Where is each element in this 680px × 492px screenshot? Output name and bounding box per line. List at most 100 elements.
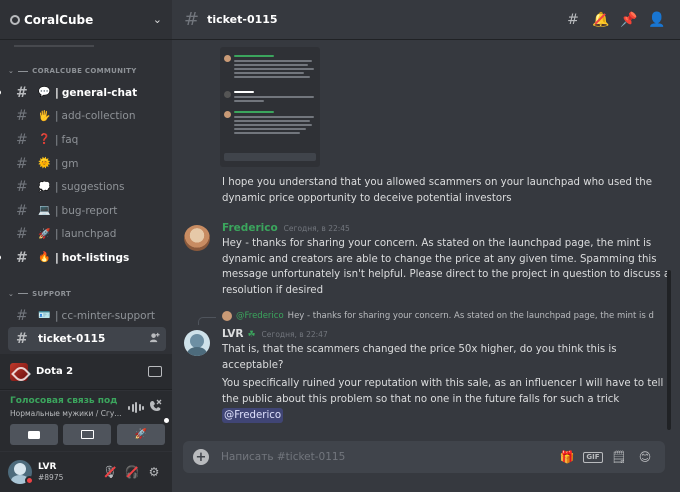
hash-icon: # [16,131,28,148]
voice-connection-panel: Голосовая связь под Нормальные мужики / … [0,391,172,451]
category-support[interactable]: ⌄ SUPPORT [0,284,172,304]
microphone-muted-icon[interactable]: 🎙 [100,462,120,482]
avatar [222,311,232,321]
unread-indicator [0,90,1,95]
add-member-icon[interactable] [149,332,160,343]
hash-icon: # [16,307,28,324]
reply-spine [198,317,216,325]
message-input[interactable] [221,451,551,463]
game-activity-panel[interactable]: Dota 2 [0,354,172,390]
disconnect-icon[interactable] [148,399,162,413]
id-card-icon: 🪪 [38,310,51,322]
chevron-down-icon[interactable]: ⌄ [153,13,162,26]
user-info[interactable]: LVR #8975 [38,462,98,483]
user-mention[interactable]: @Frederico [222,408,284,423]
settings-gear-icon[interactable]: ⚙ [144,462,164,482]
channel-name: ticket-0115 [38,333,106,346]
hash-icon: # [16,155,28,172]
channel-sidebar: CoralCube ⌄ ⌄ CORALCUBE COMMUNITY # 💬 | … [0,0,172,492]
screen-share-button[interactable] [63,424,111,445]
emoji-icon[interactable]: 😊 [635,447,655,467]
channel-ticket-0115[interactable]: # ticket-0115 [8,327,166,351]
dota-2-icon [10,362,28,381]
scrolled-channel-fragment [14,41,94,47]
channel-faq[interactable]: # ❓ | faq [8,128,166,152]
channel-name: launchpad [61,228,117,241]
channel-list[interactable]: ⌄ CORALCUBE COMMUNITY # 💬 | general-chat… [0,41,172,352]
scrollbar-thumb[interactable] [667,270,671,430]
server-header[interactable]: CoralCube ⌄ [0,0,172,40]
channel-bug-report[interactable]: # 💻 | bug-report [8,199,166,223]
members-icon[interactable]: 👤 [646,9,668,31]
avatar[interactable] [184,225,210,251]
category-coralcube-community[interactable]: ⌄ CORALCUBE COMMUNITY [0,61,172,81]
hash-icon: # [16,84,28,101]
attach-plus-icon[interactable]: + [193,449,209,465]
activity-button[interactable]: 🚀 [117,418,169,445]
channel-name: gm [61,157,79,170]
reply-author[interactable]: @Frederico [236,311,284,321]
raised-hand-icon: 🖐 [38,110,51,122]
category-rule [18,293,29,295]
channel-launchpad[interactable]: # 🚀 | launchpad [8,223,166,247]
question-icon: ❓ [38,134,51,146]
channel-title: ticket-0115 [207,13,278,26]
message-content: You specifically ruined your reputation … [222,378,664,405]
category-label: CORALCUBE COMMUNITY [32,67,137,75]
voice-signal-icon[interactable] [128,402,144,413]
category-label: SUPPORT [32,289,72,298]
channel-header: # ticket-0115 # 🔔 📌 👤 [172,0,680,40]
channel-name: bug-report [61,204,118,217]
hash-icon: # [16,108,28,125]
channel-hot-listings[interactable]: # 🔥 | hot-listings [0,246,166,270]
user-discriminator: #8975 [38,472,64,482]
gif-button[interactable]: GIF [583,447,603,467]
laptop-icon: 💻 [38,205,51,217]
voice-status[interactable]: Голосовая связь под [10,396,117,406]
channel-add-collection[interactable]: # 🖐 | add-collection [8,105,166,129]
camera-icon [28,430,40,439]
speech-balloon-icon: 💬 [38,87,51,99]
message-composer: + 🎁 GIF 🗒 😊 [183,441,665,473]
timestamp: Сегодня, в 22:45 [283,224,350,233]
threads-icon[interactable]: # [562,9,584,31]
channel-cc-minter-support[interactable]: # 🪪 | cc-minter-support [8,304,166,328]
server-gear-icon [10,14,20,25]
message-list[interactable]: I hope you understand that you allowed s… [172,41,680,439]
server-name: CoralCube [24,12,94,27]
message-content: That is, that the scammers changed the p… [222,344,617,371]
author-name[interactable]: Frederico [222,222,278,234]
attached-screenshot-image[interactable] [220,47,320,167]
channel-name: add-collection [61,110,136,123]
game-name: Dota 2 [36,366,74,377]
channel-general-chat[interactable]: # 💬 | general-chat [0,81,166,105]
gift-icon[interactable]: 🎁 [557,447,577,467]
author-name[interactable]: LVR [222,328,243,340]
video-button[interactable] [10,424,58,445]
pin-icon[interactable]: 📌 [618,9,640,31]
channel-name: hot-listings [61,251,130,264]
notification-off-icon[interactable]: 🔔 [590,9,612,31]
sun-icon: 🌞 [38,158,51,170]
hash-icon: # [16,179,28,196]
avatar[interactable] [184,330,210,356]
hash-icon: # [16,202,28,219]
hash-icon: # [16,331,28,348]
channel-name: suggestions [61,181,125,194]
headphones-deafened-icon[interactable]: 🎧 [122,462,142,482]
channel-suggestions[interactable]: # 💭 | suggestions [8,175,166,199]
rocket-icon: 🚀 [134,429,148,440]
channel-gm[interactable]: # 🌞 | gm [8,152,166,176]
sticker-icon[interactable]: 🗒 [609,447,629,467]
channel-name: faq [61,133,79,146]
reply-reference[interactable]: @Frederico Hey - thanks for sharing your… [222,311,677,321]
timestamp: Сегодня, в 22:47 [261,330,328,339]
voice-channel-name[interactable]: Нормальные мужики / Сгу... [10,409,130,418]
username: LVR [38,461,57,472]
thought-balloon-icon: 💭 [38,181,51,193]
reply-preview[interactable]: Hey - thanks for sharing your concern. A… [288,311,654,321]
scrollbar[interactable] [665,40,673,440]
category-caret-icon: ⌄ [8,67,15,75]
screen-share-icon[interactable] [148,366,162,377]
rocket-icon: 🚀 [38,228,51,240]
